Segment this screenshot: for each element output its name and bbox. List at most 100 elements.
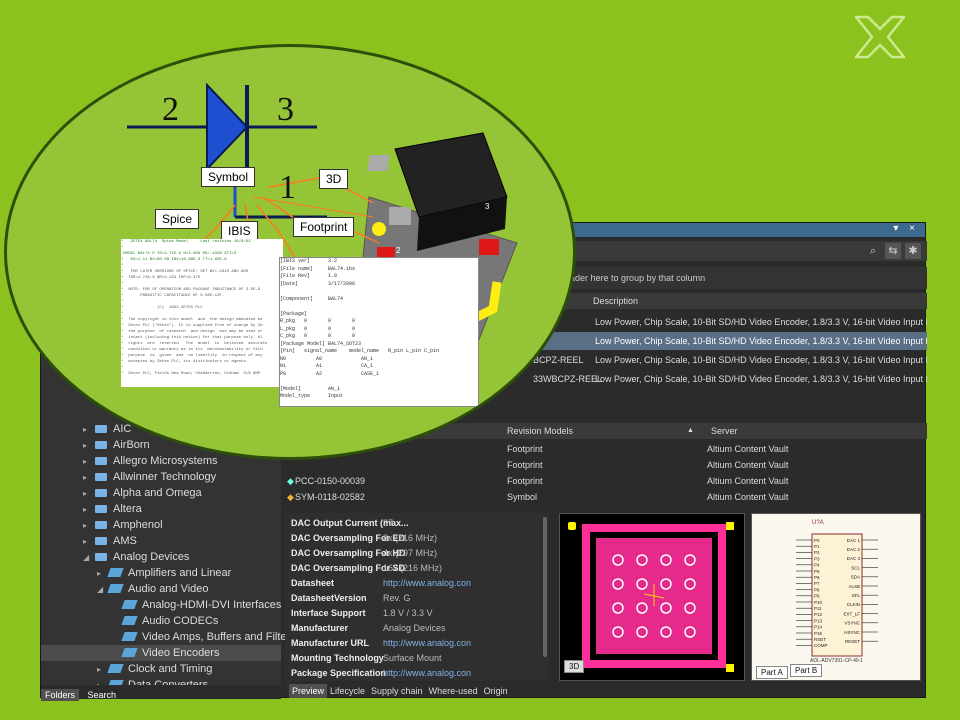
pin-label: P11 xyxy=(814,606,822,611)
pin-label: VSYNC xyxy=(844,621,860,626)
tree-item[interactable]: Analog-HDMI-DVI Interfaces xyxy=(41,597,281,613)
tab-part-b[interactable]: Part B xyxy=(790,664,823,677)
pin-label: P9 xyxy=(814,594,820,599)
pin-label: SDA xyxy=(851,575,860,580)
tab-preview[interactable]: Preview xyxy=(289,684,328,698)
label-spice: Spice xyxy=(155,209,200,229)
collapse-arrow-icon[interactable]: ◢ xyxy=(97,582,107,598)
pin-1-label: 1 xyxy=(279,169,296,206)
tab-3d[interactable]: 3D xyxy=(564,660,585,673)
pin-label: P12 xyxy=(814,612,823,617)
expand-arrow-icon[interactable]: ▸ xyxy=(97,662,107,678)
tree-item-label: Allwinner Technology xyxy=(113,471,217,483)
tree-item-label: Video Amps, Buffers and Filters xyxy=(142,631,296,643)
pin-label: DAC 1 xyxy=(847,538,861,543)
gear-icon[interactable]: ✱ xyxy=(905,243,921,259)
ibis-line: C_pkg 0 0 0 xyxy=(280,333,356,339)
pad-label-3: 3 xyxy=(485,202,490,211)
pin-label: EXT_LF xyxy=(843,611,860,616)
search-icon[interactable]: ⌕ xyxy=(865,243,881,259)
model-row[interactable]: Footprint Altium Content Vault xyxy=(285,457,927,473)
category-icon xyxy=(121,616,138,625)
pin-label: SFL xyxy=(852,593,861,598)
model-row[interactable]: ◆ SYM-0118-02582 Symbol Altium Content Vaul… xyxy=(285,489,927,505)
model-server: Altium Content Vault xyxy=(707,492,789,502)
folder-icon xyxy=(95,473,107,481)
tab-where-used[interactable]: Where-used xyxy=(426,684,481,698)
pin-label: P1 xyxy=(814,544,820,549)
tree-item[interactable]: Video Encoders xyxy=(41,645,281,661)
pin-label: COMP xyxy=(814,643,828,648)
expand-arrow-icon[interactable]: ▸ xyxy=(83,518,93,534)
tree-item[interactable]: ◢ Analog Devices xyxy=(41,549,281,565)
tree-item-label: Clock and Timing xyxy=(128,663,213,675)
tab-lifecycle[interactable]: Lifecycle xyxy=(327,684,368,698)
window-controls[interactable]: ▾ × xyxy=(893,223,919,234)
column-description[interactable]: Description xyxy=(593,293,638,309)
tree-item[interactable]: ▸ Allwinner Technology xyxy=(41,469,281,485)
property-link[interactable]: http://www.analog.con xyxy=(383,665,471,681)
category-icon xyxy=(107,664,124,673)
tree-item-label: Audio CODECs xyxy=(142,615,219,627)
tree-item[interactable]: ▸ AMS xyxy=(41,533,281,549)
expand-arrow-icon[interactable]: ▸ xyxy=(83,486,93,502)
tab-part-a[interactable]: Part A xyxy=(756,666,788,679)
tree-item[interactable]: Audio CODECs xyxy=(41,613,281,629)
tab-origin[interactable]: Origin xyxy=(481,684,511,698)
expand-arrow-icon[interactable]: ▸ xyxy=(83,470,93,486)
component-description: Low Power, Chip Scale, 10-Bit SD/HD Vide… xyxy=(595,355,927,365)
ibis-line: N1 A1 CA_1 xyxy=(280,363,374,369)
model-row[interactable]: ◆ PCC-0150-00039 Footprint Altium Content V… xyxy=(285,473,927,489)
column-server[interactable]: Server xyxy=(711,423,738,439)
tab-supply-chain[interactable]: Supply chain xyxy=(368,684,426,698)
property-name: Package Specification xyxy=(291,668,387,678)
tree-tabs: Folders Search xyxy=(41,685,281,701)
pin-label: HSYNC xyxy=(844,630,861,635)
pin-label: P0 xyxy=(814,538,820,543)
tab-search[interactable]: Search xyxy=(83,689,120,701)
pin-label: P15 xyxy=(814,631,823,636)
tree-item-label: Analog Devices xyxy=(113,551,190,563)
label-footprint: Footprint xyxy=(293,217,355,237)
pin-label: P4 xyxy=(814,563,820,568)
tree-item[interactable]: ▸ Clock and Timing xyxy=(41,661,281,677)
properties-scrollbar[interactable] xyxy=(543,517,547,657)
model-id: SYM-0118-02582 xyxy=(295,492,365,502)
pin-label: P6 xyxy=(814,575,820,580)
tree-item[interactable]: Video Amps, Buffers and Filters xyxy=(41,629,296,645)
property-row: Package Specification http://www.analog.c… xyxy=(291,665,541,681)
tree-item-label: AMS xyxy=(113,535,137,547)
refresh-icon[interactable]: ⇆ xyxy=(885,243,901,259)
expand-arrow-icon[interactable]: ▸ xyxy=(83,534,93,550)
collapse-arrow-icon[interactable]: ◢ xyxy=(83,550,93,566)
tree-item-label: Amplifiers and Linear xyxy=(128,567,232,579)
component-description: Low Power, Chip Scale, 10-Bit SD/HD Vide… xyxy=(595,317,927,327)
tree-item[interactable]: ▸ Amphenol xyxy=(41,517,281,533)
ibis-line: [Package Model] BAL74_SOT23 xyxy=(280,340,362,347)
category-icon xyxy=(107,568,124,577)
pin-label: P3 xyxy=(814,556,820,561)
folder-icon xyxy=(95,505,107,513)
category-icon xyxy=(121,632,138,641)
expand-arrow-icon[interactable]: ▸ xyxy=(97,566,107,582)
sort-icon[interactable]: ▲ xyxy=(687,423,694,439)
model-type: Footprint xyxy=(507,460,543,470)
ibis-line: [IBIS ver] 3.2 xyxy=(280,258,338,264)
tree-item[interactable]: ◢ Audio and Video xyxy=(41,581,281,597)
pin-label: P2 xyxy=(814,550,820,555)
tree-item[interactable]: ▸ Amplifiers and Linear xyxy=(41,565,281,581)
tree-item[interactable]: ▸ Alpha and Omega xyxy=(41,485,281,501)
category-icon xyxy=(121,600,138,609)
tree-item[interactable]: ▸ Altera xyxy=(41,501,281,517)
pin-label: RESET xyxy=(845,639,860,644)
close-icon[interactable] xyxy=(848,12,912,62)
ibis-line: [Model] AN_1 xyxy=(280,385,341,392)
symbol-model-icon: ◆ xyxy=(287,492,294,502)
folder-icon xyxy=(95,537,107,545)
tab-folders[interactable]: Folders xyxy=(41,689,80,701)
ibis-line xyxy=(280,303,478,311)
expand-arrow-icon[interactable]: ▸ xyxy=(83,502,93,518)
symbol-designator: U?A xyxy=(812,520,824,526)
model-id: PCC-0150-00039 xyxy=(295,476,366,486)
footprint-drawing xyxy=(568,522,734,672)
